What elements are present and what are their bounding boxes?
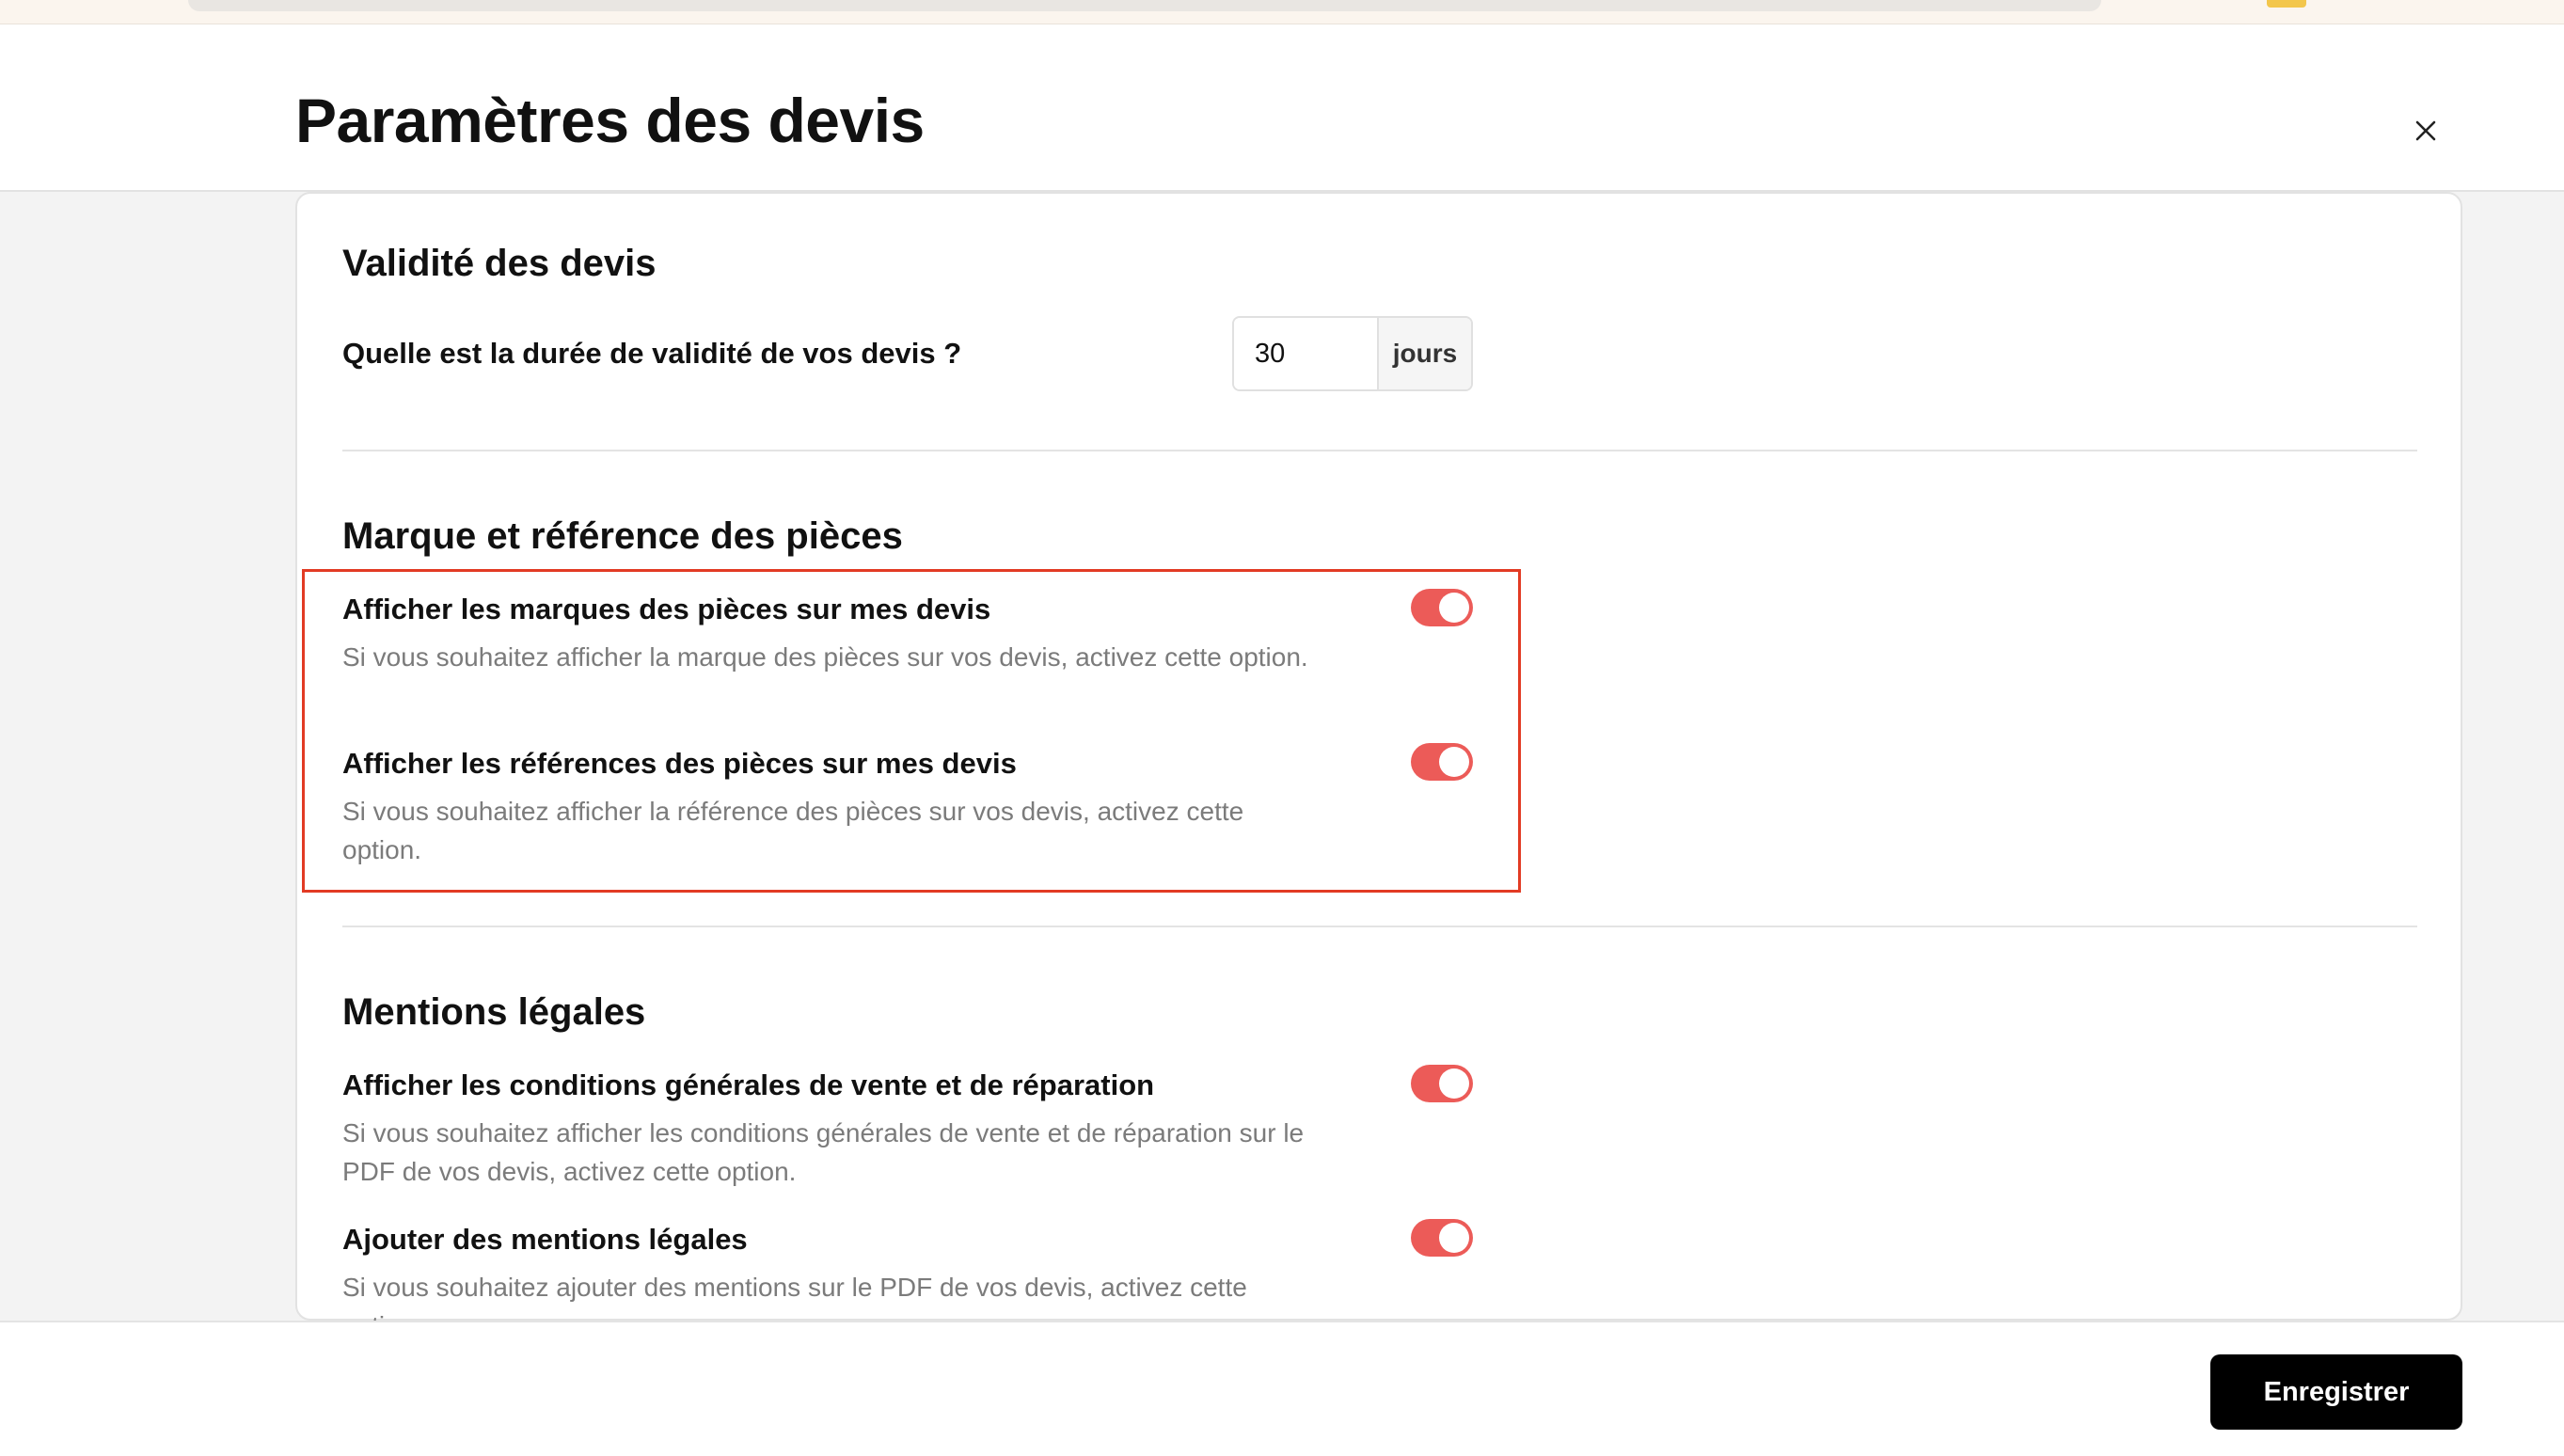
section-divider xyxy=(342,450,2417,451)
toggle-show-references[interactable] xyxy=(1411,743,1473,781)
validity-question: Quelle est la durée de validité de vos d… xyxy=(342,337,962,370)
option-description-brands: Si vous souhaitez afficher la marque des… xyxy=(342,642,1308,672)
modal-title: Paramètres des devis xyxy=(295,86,925,155)
validity-duration-field: jours xyxy=(1232,316,1473,391)
extension-icon xyxy=(2267,0,2306,8)
save-button[interactable]: Enregistrer xyxy=(2210,1354,2462,1430)
section-title-validity: Validité des devis xyxy=(342,243,657,284)
option-description-terms: Si vous souhaitez afficher les condition… xyxy=(342,1118,1305,1186)
address-bar xyxy=(188,0,2101,11)
modal-header: Paramètres des devis xyxy=(0,24,2564,192)
toggle-knob xyxy=(1439,1223,1469,1253)
toggle-show-brands[interactable] xyxy=(1411,589,1473,626)
toggle-knob xyxy=(1439,1068,1469,1099)
validity-days-input[interactable] xyxy=(1234,318,1377,389)
section-title-legal: Mentions légales xyxy=(342,991,646,1033)
close-button[interactable] xyxy=(2404,109,2447,152)
section-title-parts: Marque et référence des pièces xyxy=(342,515,903,557)
toggle-knob xyxy=(1439,747,1469,777)
browser-top-strip xyxy=(0,0,2564,24)
option-label-terms: Afficher les conditions générales de ven… xyxy=(342,1068,1155,1101)
settings-card: Validité des devis Quelle est la durée d… xyxy=(295,192,2462,1340)
section-divider xyxy=(342,926,2417,927)
option-label-references: Afficher les références des pièces sur m… xyxy=(342,747,1017,780)
option-description-references: Si vous souhaitez afficher la référence … xyxy=(342,797,1244,864)
modal-footer: Enregistrer xyxy=(0,1321,2564,1456)
toggle-show-terms[interactable] xyxy=(1411,1065,1473,1102)
toggle-knob xyxy=(1439,593,1469,623)
option-label-brands: Afficher les marques des pièces sur mes … xyxy=(342,593,991,625)
toggle-add-legal-mentions[interactable] xyxy=(1411,1219,1473,1257)
close-icon xyxy=(2415,120,2436,141)
validity-unit-label: jours xyxy=(1377,318,1471,389)
option-label-legal-mentions: Ajouter des mentions légales xyxy=(342,1223,748,1256)
